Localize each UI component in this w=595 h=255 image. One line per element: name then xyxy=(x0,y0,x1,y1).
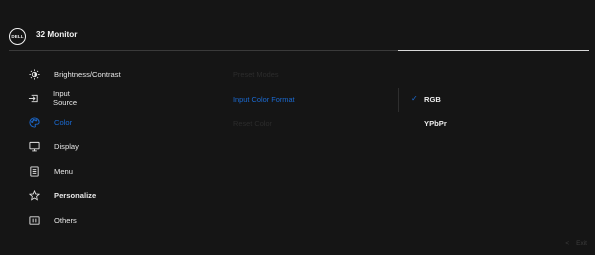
chevron-left-icon: < xyxy=(565,240,570,247)
options-divider xyxy=(398,88,399,112)
monitor-osd: DELL 32 Monitor Brightness/Contrast Inpu… xyxy=(0,0,595,255)
display-icon xyxy=(28,140,40,152)
others-icon xyxy=(28,214,40,226)
menu-icon xyxy=(28,165,40,177)
exit-button[interactable]: < Exit xyxy=(565,240,587,247)
exit-label: Exit xyxy=(576,240,587,247)
option-rgb[interactable]: RGB xyxy=(424,95,441,104)
menu-item-input-source[interactable]: Input Source xyxy=(28,89,78,107)
menu-item-menu[interactable]: Menu xyxy=(28,164,73,178)
menu-item-brightness-contrast[interactable]: Brightness/Contrast xyxy=(28,67,121,81)
monitor-title: 32 Monitor xyxy=(36,30,78,39)
dell-logo: DELL xyxy=(9,28,26,45)
menu-item-others[interactable]: Others xyxy=(28,213,77,227)
menu-item-color[interactable]: Color xyxy=(28,115,72,129)
header-active-indicator xyxy=(398,49,589,51)
input-source-icon xyxy=(28,92,39,104)
osd-header: DELL 32 Monitor xyxy=(0,0,595,50)
menu-item-personalize[interactable]: Personalize xyxy=(28,188,96,202)
menu-item-display[interactable]: Display xyxy=(28,139,79,153)
option-ypbpr[interactable]: YPbPr xyxy=(424,119,447,128)
brightness-icon xyxy=(28,68,40,80)
submenu-item-preset-modes[interactable]: Preset Modes xyxy=(233,70,279,79)
submenu-item-input-color-format[interactable]: Input Color Format xyxy=(233,95,295,104)
submenu-item-reset-color[interactable]: Reset Color xyxy=(233,119,272,128)
color-icon xyxy=(28,116,40,128)
checkmark-icon: ✓ xyxy=(411,94,418,103)
star-icon xyxy=(28,189,40,201)
